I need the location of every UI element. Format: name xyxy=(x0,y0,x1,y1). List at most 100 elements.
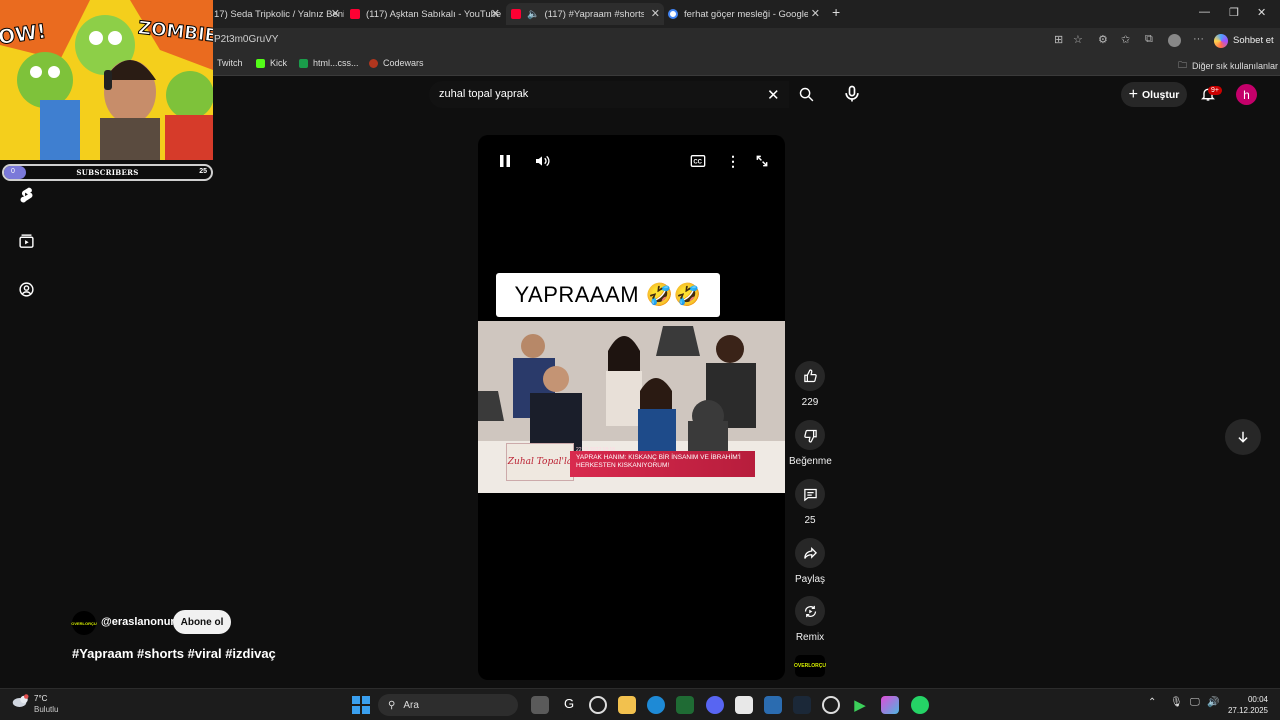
comments-button[interactable]: 25 xyxy=(789,479,831,526)
microphone-icon[interactable] xyxy=(842,84,862,104)
next-short-button[interactable] xyxy=(1225,419,1261,455)
video-caption-text: YAPRAAAM 🤣🤣 xyxy=(496,273,720,317)
browser-tab-active[interactable]: 🔈 (117) #Yapraam #shorts #viral ✕ xyxy=(506,3,664,25)
subscriber-goal-bar: 0 SUBSCRIBERS 25 xyxy=(2,164,213,181)
bookmark-label: Codewars xyxy=(383,58,424,68)
tray-network-icon[interactable]: 🖵 xyxy=(1190,697,1200,708)
url-field[interactable]: P2t3m0GruVY xyxy=(214,34,278,45)
tray-microphone-icon[interactable]: 🎙 xyxy=(1170,697,1183,708)
bookmark-codewars[interactable]: Codewars xyxy=(369,58,424,68)
tab-close-icon[interactable]: ✕ xyxy=(491,7,500,20)
lower-third-banner: YAPRAK HANIM: KISKANÇ BİR İNSANIM VE İBR… xyxy=(570,451,755,477)
extensions-icon[interactable]: ⚙ xyxy=(1098,33,1108,46)
start-windows-icon[interactable] xyxy=(352,696,370,714)
taskbar-search-label: Ara xyxy=(403,699,419,711)
copilot-icon xyxy=(1214,33,1228,48)
steam-icon[interactable] xyxy=(793,696,811,714)
subscribe-button[interactable]: Abone ol xyxy=(173,610,231,634)
bookmark-kick[interactable]: Kick xyxy=(256,58,287,68)
subscriber-goal-label: SUBSCRIBERS xyxy=(76,168,139,177)
pause-icon[interactable] xyxy=(498,153,512,174)
like-button[interactable]: 229 xyxy=(789,361,831,408)
more-menu-icon[interactable]: ··· xyxy=(1193,33,1204,45)
snipping-tool-icon[interactable] xyxy=(735,696,753,714)
search-box xyxy=(429,81,789,108)
dislike-button[interactable]: Beğenme xyxy=(789,420,832,467)
app-available-icon[interactable]: ⊞ xyxy=(1054,33,1063,46)
share-label: Paylaş xyxy=(794,574,825,585)
favorite-star-icon[interactable]: ☆ xyxy=(1073,33,1083,46)
shorts-player[interactable]: CC ⋮ YAPRAAAM 🤣🤣 Zuhal Topal'la YAPRAK H… xyxy=(478,135,785,680)
channel-avatar[interactable]: OVERLORÇU xyxy=(71,611,97,635)
share-button[interactable]: Paylaş xyxy=(789,538,831,585)
browser-tab[interactable]: (117) Aşktan Sabıkalı - YouTube ✕ xyxy=(350,3,504,25)
clock-time[interactable]: 00:04 xyxy=(1238,695,1268,704)
closed-captions-icon[interactable]: CC xyxy=(690,154,706,173)
tray-overflow-icon[interactable]: ⌃ xyxy=(1148,697,1156,708)
like-icon xyxy=(795,361,825,391)
browser-tab[interactable]: ferhat göçer mesleği - Google'da A ✕ xyxy=(668,3,824,25)
collections-icon[interactable]: ⧉ xyxy=(1145,33,1153,46)
tab-title: (117) Aşktan Sabıkalı - YouTube xyxy=(366,8,502,20)
clock-date[interactable]: 27.12.2025 xyxy=(1222,706,1268,715)
discord-icon[interactable] xyxy=(706,696,724,714)
file-explorer-icon[interactable] xyxy=(618,696,636,714)
video-title-hashtags[interactable]: #Yapraam #shorts #viral #izdivaç xyxy=(72,646,276,661)
channel-handle[interactable]: @eraslanonur xyxy=(101,616,175,628)
edge-browser-icon[interactable] xyxy=(647,696,665,714)
remix-icon xyxy=(795,596,825,626)
tab-close-icon[interactable]: ✕ xyxy=(651,7,660,20)
codewars-icon xyxy=(369,58,378,68)
obs-studio-icon[interactable] xyxy=(822,696,840,714)
bookmark-html-css[interactable]: html...css... xyxy=(299,58,359,68)
weather-cloud-icon[interactable] xyxy=(12,694,30,708)
new-tab-icon[interactable]: + xyxy=(832,4,840,20)
close-window-icon[interactable]: ✕ xyxy=(1257,6,1266,19)
restore-icon[interactable]: ❐ xyxy=(1229,6,1239,19)
bookmark-twitch[interactable]: Twitch xyxy=(217,58,243,68)
profile-icon[interactable] xyxy=(1168,34,1181,47)
nvidia-icon[interactable] xyxy=(676,696,694,714)
arrow-down-icon xyxy=(1238,431,1248,443)
remix-button[interactable]: Remix xyxy=(789,596,831,643)
search-input[interactable] xyxy=(439,88,759,100)
task-view-icon[interactable] xyxy=(531,696,549,714)
show-logo: Zuhal Topal'la xyxy=(506,443,574,481)
user-avatar[interactable]: h xyxy=(1236,84,1257,105)
folder-icon: 🗀 xyxy=(1178,60,1188,70)
copilot-app-icon[interactable] xyxy=(881,696,899,714)
volume-icon[interactable] xyxy=(533,153,551,174)
taskbar-search[interactable]: ⚲ Ara xyxy=(378,694,518,716)
kick-app-icon[interactable]: G xyxy=(560,696,578,714)
w3schools-icon xyxy=(299,58,308,68)
dislike-icon xyxy=(795,420,825,450)
clear-search-icon[interactable]: ✕ xyxy=(767,86,780,104)
sound-channel-thumbnail[interactable]: OVERLORÇU xyxy=(794,655,826,677)
create-button[interactable]: + Oluştur xyxy=(1121,82,1187,107)
shorts-icon[interactable] xyxy=(18,185,35,208)
audio-playing-icon[interactable]: 🔈 xyxy=(527,9,539,20)
more-options-icon[interactable]: ⋮ xyxy=(726,154,740,168)
other-bookmarks-folder[interactable]: 🗀 Diğer sık kullanılanlar xyxy=(1178,58,1278,74)
minimize-icon[interactable]: — xyxy=(1199,6,1210,18)
weather-temperature: 7°C xyxy=(34,694,48,703)
favorites-icon[interactable]: ✩ xyxy=(1121,33,1130,46)
tab-close-icon[interactable]: ✕ xyxy=(811,7,820,20)
whatsapp-icon[interactable] xyxy=(911,696,929,714)
play-app-icon[interactable]: ▶ xyxy=(851,696,869,714)
fullscreen-icon[interactable] xyxy=(755,154,769,173)
bookmark-label: Diğer sık kullanılanlar xyxy=(1192,61,1279,71)
svg-text:CC: CC xyxy=(693,160,702,166)
weather-condition: Bulutlu xyxy=(34,705,59,714)
tab-close-icon[interactable]: ✕ xyxy=(331,7,340,20)
vscode-icon[interactable] xyxy=(764,696,782,714)
you-profile-icon[interactable] xyxy=(18,281,35,303)
search-icon[interactable] xyxy=(798,86,815,108)
google-favicon-icon xyxy=(668,9,678,19)
chatgpt-icon[interactable] xyxy=(589,696,607,714)
tray-volume-icon[interactable]: 🔊 xyxy=(1207,697,1219,708)
subscriptions-icon[interactable] xyxy=(18,233,35,255)
browser-tab[interactable]: 17) Seda Tripkolic / Yalnız Beni S ✕ xyxy=(214,3,344,25)
search-icon: ⚲ xyxy=(388,699,396,711)
copilot-chat-button[interactable]: Sohbet et xyxy=(1214,32,1274,49)
